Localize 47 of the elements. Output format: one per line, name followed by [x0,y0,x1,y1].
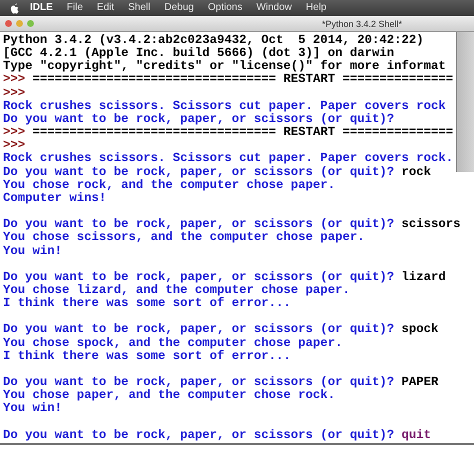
banner-text: ================================= RESTART =============== [32,126,454,140]
output-text: Rock crushes scissors. Scissors cut paper. Paper covers rock [3,100,446,113]
minimize-icon[interactable] [16,20,23,27]
menu-item[interactable]: Options [200,0,250,16]
banner-text: ================================= RESTART =============== [32,73,454,87]
menu-item[interactable]: Help [298,0,334,16]
output-text: You chose spock, and the computer chose paper. [3,336,342,350]
apple-logo-icon[interactable] [10,2,20,14]
user-input-text: PAPER [402,376,438,390]
menu-item[interactable]: Window [249,0,299,16]
menu-item[interactable]: Debug [157,0,201,16]
output-text: Do you want to be rock, paper, or scissors (or quit)? [3,218,394,232]
user-input-text: scissors [402,218,461,232]
menu-item[interactable]: Shell [121,0,158,16]
zoom-icon[interactable] [27,20,34,27]
output-text: Do you want to be rock, paper, or scissors (or quit)? [3,166,394,179]
app-menu[interactable]: IDLE [30,0,60,16]
menu-item[interactable]: File [60,0,90,16]
output-text: Do you want to be rock, paper, or scissors (or quit)? [3,428,394,442]
output-text: You chose rock, and the computer chose paper. [3,178,336,192]
output-text: Rock crushes scissors. Scissors cut paper. Paper covers rock. [3,152,454,166]
user-input-text: spock [402,323,438,337]
menu-item[interactable]: Edit [90,0,122,16]
output-text: I think there was some sort of error... [3,350,291,363]
output-text: Computer wins! [3,192,106,206]
output-text: Do you want to be rock, paper, or scissors (or quit)? [3,270,394,284]
window-title: *Python 3.4.2 Shell* [322,18,402,28]
close-icon[interactable] [5,20,12,27]
banner-text: Python 3.4.2 (v3.4.2:ab2c023a9432, Oct 5 2014, 20:42:22) [3,34,424,47]
user-input-text: lizard [402,270,446,284]
banner-text: Type "copyright", "credits" or "license()" for more informat [3,60,446,74]
output-text: You chose paper, and the computer chose rock. [3,389,336,402]
output-text: Do you want to be rock, paper, or scissors (or quit)? [3,112,394,126]
output-text: I think there was some sort of error... [3,297,291,310]
prompt-symbol: >>> [3,73,26,87]
typed-input-text: quit [402,428,432,442]
prompt-symbol: >>> [3,86,26,100]
prompt-symbol: >>> [3,126,26,140]
prompt-symbol: >>> [3,139,26,152]
output-text: You chose scissors, and the computer chose paper. [3,231,365,244]
banner-text: [GCC 4.2.1 (Apple Inc. build 5666) (dot 3)] on darwin [3,47,394,60]
output-text: Do you want to be rock, paper, or scissors (or quit)? [3,376,394,390]
output-text: You chose lizard, and the computer chose paper. [3,284,350,297]
user-input-text: rock [402,166,432,179]
output-text: Do you want to be rock, paper, or scissors (or quit)? [3,323,394,337]
output-text: You win! [3,244,62,258]
output-text: You win! [3,402,62,416]
